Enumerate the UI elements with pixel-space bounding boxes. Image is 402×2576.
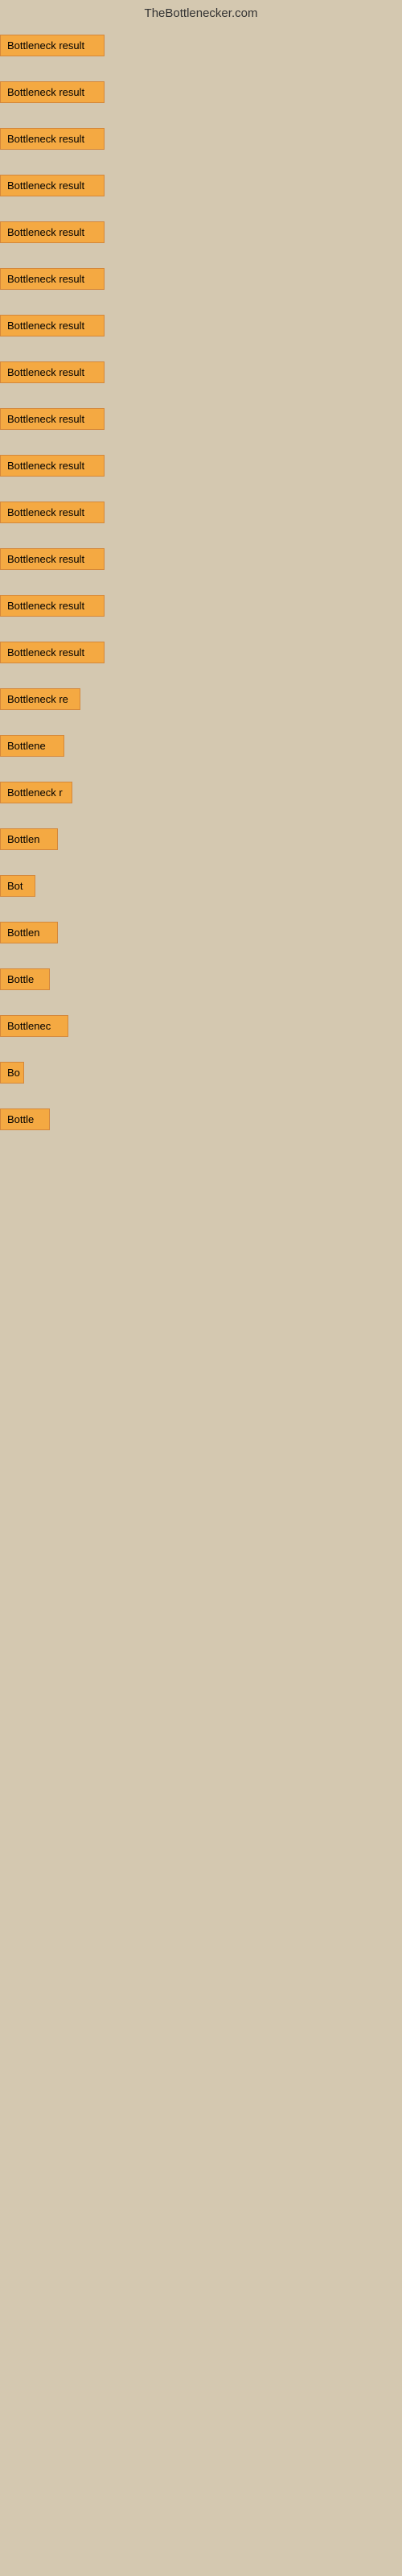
bottleneck-badge[interactable]: Bottlenec <box>0 1015 68 1037</box>
list-item[interactable]: Bottlenec <box>0 1010 402 1057</box>
bottleneck-badge[interactable]: Bottleneck re <box>0 688 80 710</box>
bottleneck-badge[interactable]: Bottleneck result <box>0 128 105 150</box>
bottleneck-badge[interactable]: Bottleneck result <box>0 408 105 430</box>
list-item[interactable]: Bottleneck r <box>0 777 402 824</box>
bottleneck-badge[interactable]: Bottleneck result <box>0 455 105 477</box>
list-item[interactable]: Bottlen <box>0 917 402 964</box>
bottleneck-badge[interactable]: Bottleneck result <box>0 315 105 336</box>
bottleneck-badge[interactable]: Bo <box>0 1062 24 1084</box>
list-item[interactable]: Bottleneck result <box>0 590 402 637</box>
list-item[interactable]: Bottlen <box>0 824 402 870</box>
bottleneck-badge[interactable]: Bottleneck result <box>0 175 105 196</box>
list-item[interactable]: Bottleneck result <box>0 76 402 123</box>
bottleneck-badge[interactable]: Bottleneck result <box>0 35 105 56</box>
bottleneck-badge[interactable]: Bottleneck result <box>0 548 105 570</box>
bottleneck-badge[interactable]: Bottleneck result <box>0 221 105 243</box>
bottleneck-badge[interactable]: Bot <box>0 875 35 897</box>
list-item[interactable]: Bottleneck result <box>0 310 402 357</box>
list-item[interactable]: Bottleneck result <box>0 450 402 497</box>
list-item[interactable]: Bottlene <box>0 730 402 777</box>
list-item[interactable]: Bottle <box>0 1104 402 1150</box>
bottleneck-badge[interactable]: Bottlene <box>0 735 64 757</box>
bottleneck-badge[interactable]: Bottleneck result <box>0 502 105 523</box>
list-item[interactable]: Bottleneck re <box>0 683 402 730</box>
bottleneck-badge[interactable]: Bottleneck result <box>0 268 105 290</box>
list-item[interactable]: Bottleneck result <box>0 637 402 683</box>
bottleneck-badge[interactable]: Bottleneck result <box>0 642 105 663</box>
list-item[interactable]: Bottleneck result <box>0 497 402 543</box>
list-item[interactable]: Bo <box>0 1057 402 1104</box>
list-item[interactable]: Bottleneck result <box>0 30 402 76</box>
bottleneck-badge[interactable]: Bottleneck result <box>0 595 105 617</box>
bottleneck-badge[interactable]: Bottleneck result <box>0 361 105 383</box>
bottleneck-badge[interactable]: Bottlen <box>0 828 58 850</box>
list-item[interactable]: Bottleneck result <box>0 217 402 263</box>
site-header: TheBottlenecker.com <box>0 0 402 30</box>
bottleneck-badge[interactable]: Bottle <box>0 968 50 990</box>
bottleneck-badge[interactable]: Bottle <box>0 1108 50 1130</box>
list-item[interactable]: Bot <box>0 870 402 917</box>
list-item[interactable]: Bottleneck result <box>0 123 402 170</box>
bottleneck-badge[interactable]: Bottleneck r <box>0 782 72 803</box>
list-item[interactable]: Bottleneck result <box>0 357 402 403</box>
items-container: Bottleneck result Bottleneck result Bottle… <box>0 30 402 1150</box>
list-item[interactable]: Bottleneck result <box>0 170 402 217</box>
site-title: TheBottlenecker.com <box>0 0 402 30</box>
list-item[interactable]: Bottleneck result <box>0 543 402 590</box>
list-item[interactable]: Bottleneck result <box>0 263 402 310</box>
bottleneck-badge[interactable]: Bottlen <box>0 922 58 943</box>
list-item[interactable]: Bottleneck result <box>0 403 402 450</box>
bottleneck-badge[interactable]: Bottleneck result <box>0 81 105 103</box>
list-item[interactable]: Bottle <box>0 964 402 1010</box>
